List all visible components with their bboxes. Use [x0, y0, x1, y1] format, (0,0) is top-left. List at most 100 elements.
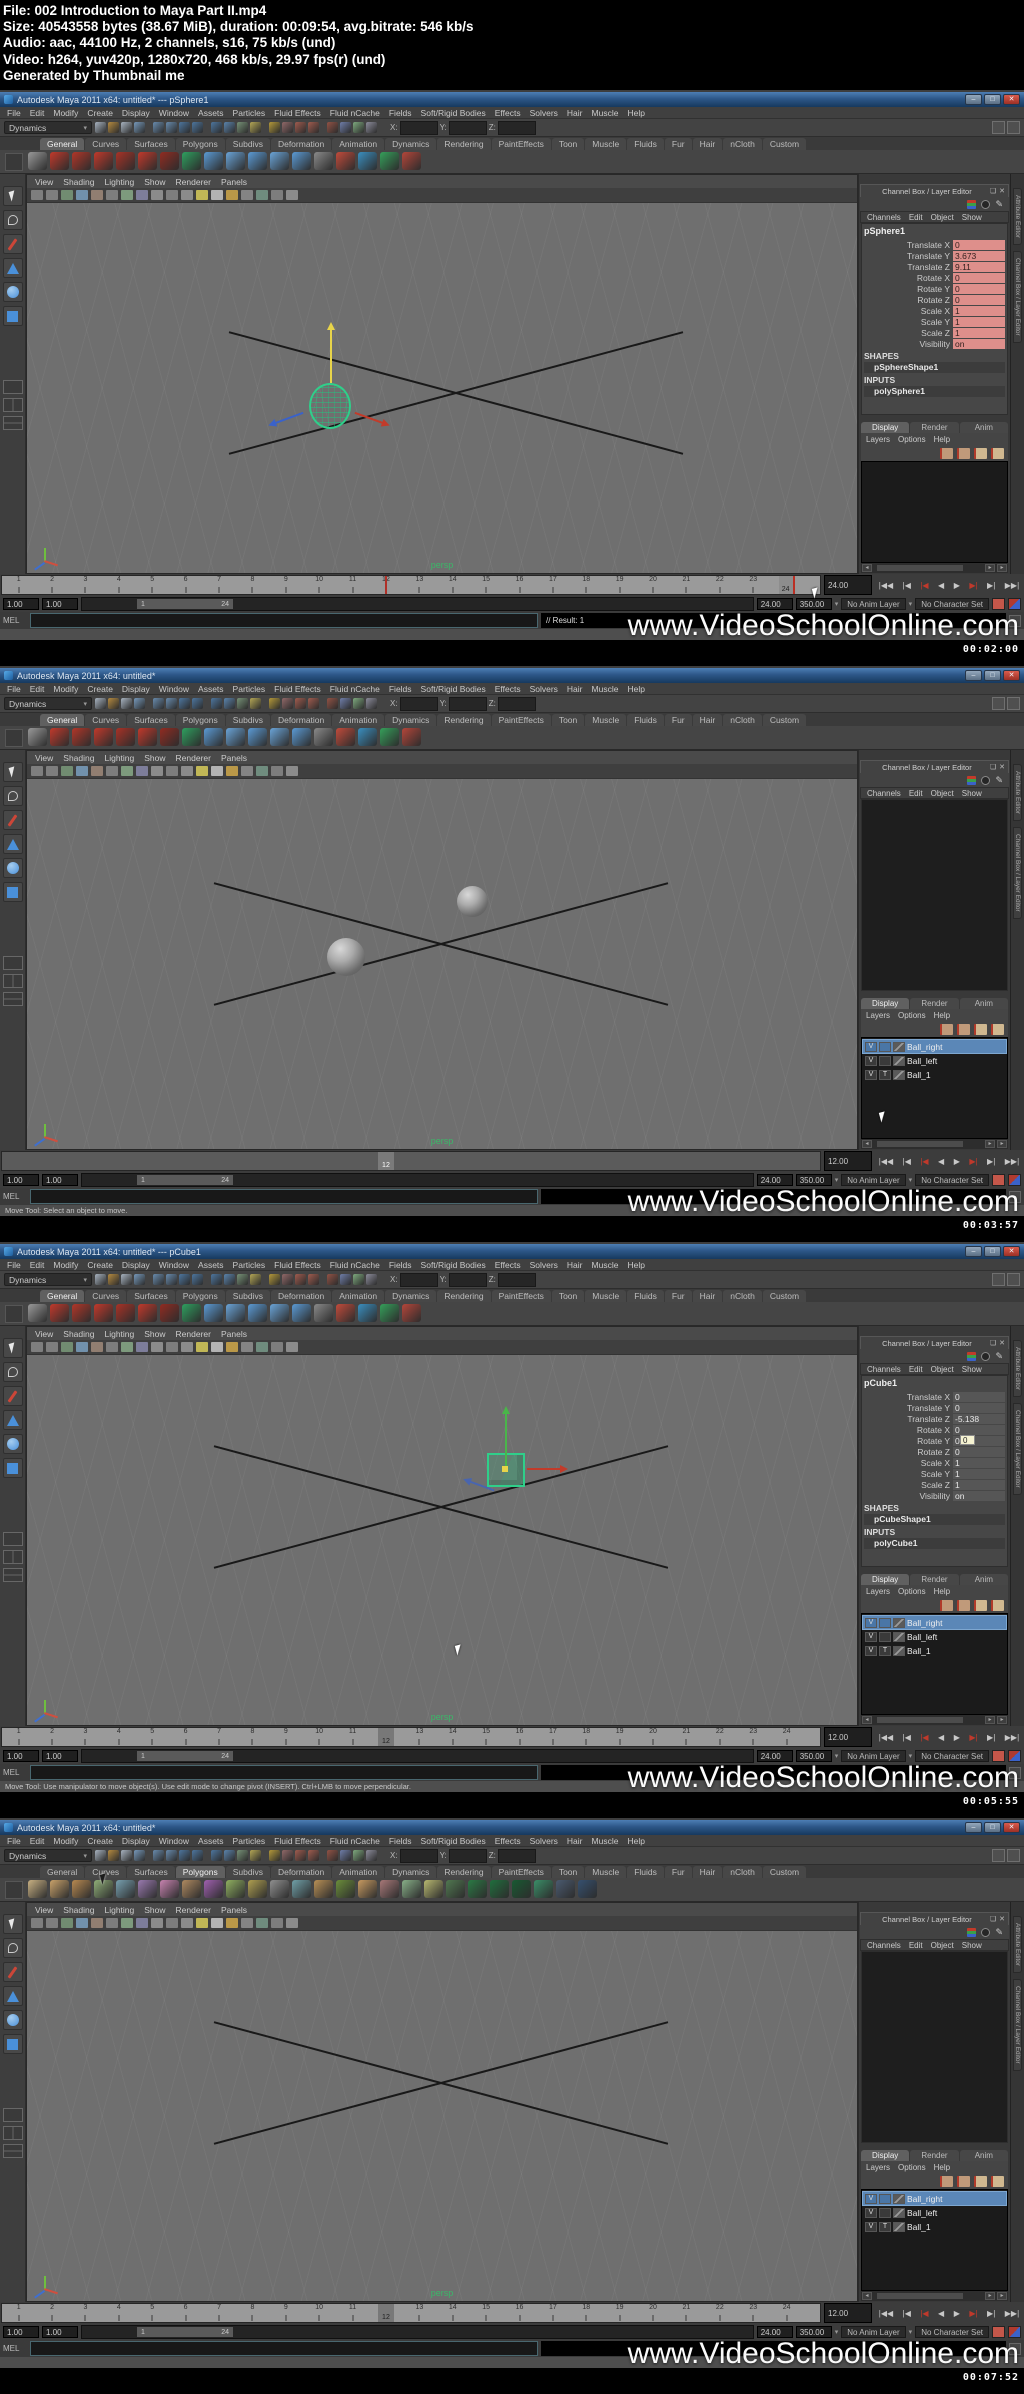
shelf-tab-surfaces[interactable]: Surfaces [127, 1866, 175, 1878]
layer-list-scrollbar[interactable]: ◂ ▸ ▸ [861, 2291, 1008, 2301]
select-object-icon[interactable] [153, 1850, 164, 1861]
current-frame-marker[interactable]: 12 [378, 1728, 394, 1746]
channel-box-menu-edit[interactable]: Edit [909, 213, 923, 222]
shelf-item-icon[interactable] [358, 152, 377, 170]
menu-modify[interactable]: Modify [53, 108, 78, 118]
highlight-icon[interactable] [282, 698, 293, 709]
panel-toolbar-icon[interactable] [196, 766, 208, 776]
pencil-icon[interactable]: ✎ [995, 776, 1003, 785]
render-icon[interactable] [353, 1274, 364, 1285]
shelf-tab-dynamics[interactable]: Dynamics [385, 714, 436, 726]
new-empty-layer-icon[interactable] [940, 1024, 953, 1035]
shelf-tab-subdivs[interactable]: Subdivs [226, 1866, 270, 1878]
select-component-icon[interactable] [166, 698, 177, 709]
panel-toolbar-icon[interactable] [286, 190, 298, 200]
panel-menu-panels[interactable]: Panels [221, 1329, 247, 1339]
maximize-button[interactable]: □ [984, 1822, 1001, 1833]
minimize-button[interactable]: – [965, 1822, 982, 1833]
panel-toolbar-icon[interactable] [76, 766, 88, 776]
new-empty-layer-icon[interactable] [940, 2176, 953, 2187]
shelf-tab-polygons[interactable]: Polygons [176, 1866, 225, 1878]
menu-fluid-ncache[interactable]: Fluid nCache [330, 1836, 380, 1846]
z-coordinate-input[interactable] [498, 1273, 536, 1287]
shelf-tab-deformation[interactable]: Deformation [271, 1290, 331, 1302]
shelf-item-icon[interactable] [28, 1880, 47, 1898]
new-layer-assign-icon[interactable] [957, 1600, 970, 1611]
menu-create[interactable]: Create [87, 108, 113, 118]
history-icon[interactable] [237, 1274, 248, 1285]
shelf-tab-rendering[interactable]: Rendering [437, 1290, 490, 1302]
menu-edit[interactable]: Edit [30, 108, 45, 118]
scroll-right-end-icon[interactable]: ▸ [997, 1716, 1007, 1724]
panel-toolbar-icon[interactable] [91, 1918, 103, 1928]
shelf-tab-deformation[interactable]: Deformation [271, 714, 331, 726]
layer-menu-layers[interactable]: Layers [866, 1011, 890, 1020]
tab-channel-box[interactable]: Channel Box / Layer Editor [1013, 827, 1022, 919]
shelf-tab-general[interactable]: General [40, 1866, 84, 1878]
panel-toolbar-icon[interactable] [241, 1918, 253, 1928]
play-backwards-button[interactable]: ◀ [938, 2309, 944, 2318]
magnet-live-icon[interactable] [295, 1274, 306, 1285]
open-scene-icon[interactable] [108, 122, 119, 133]
chevron-down-icon[interactable]: ▾ [835, 1752, 839, 1760]
scroll-right-end-icon[interactable]: ▸ [997, 2292, 1007, 2300]
layer-visibility-toggle[interactable]: V [865, 1646, 877, 1656]
menu-assets[interactable]: Assets [198, 684, 224, 694]
current-frame-marker[interactable]: 12 [378, 1152, 394, 1170]
new-scene-icon[interactable] [95, 1850, 106, 1861]
layout-shortcut-button[interactable] [3, 974, 23, 988]
layer-row[interactable]: VBall_left [863, 1630, 1006, 1643]
panel-toolbar-icon[interactable] [256, 1342, 268, 1352]
layer-visibility-toggle[interactable]: V [865, 2208, 877, 2218]
step-back-key-button[interactable]: |◀ [903, 1733, 911, 1742]
shelf-tab-toon[interactable]: Toon [552, 1290, 584, 1302]
snap-grid-icon[interactable] [179, 122, 190, 133]
undock-icon[interactable]: ❏ [990, 188, 996, 195]
shelf-tab-custom[interactable]: Custom [763, 1290, 806, 1302]
shelf-tab-dynamics[interactable]: Dynamics [385, 138, 436, 150]
paint-select-tool[interactable] [3, 810, 23, 830]
panel-toolbar-icon[interactable] [286, 1918, 298, 1928]
channel-box-menu-channels[interactable]: Channels [867, 1365, 901, 1374]
channel-value[interactable]: on [953, 339, 1005, 349]
move-manipulator-z-axis[interactable] [275, 412, 304, 424]
panel-menu-lighting[interactable]: Lighting [104, 177, 134, 187]
panel-toolbar-icon[interactable] [121, 1918, 133, 1928]
shelf-tab-painteffects[interactable]: PaintEffects [492, 1290, 551, 1302]
panel-menu-view[interactable]: View [35, 753, 53, 763]
select-tool[interactable] [3, 186, 23, 206]
menu-assets[interactable]: Assets [198, 108, 224, 118]
shelf-item-icon[interactable] [358, 1304, 377, 1322]
channel-box-menu-object[interactable]: Object [931, 1941, 954, 1950]
mel-input[interactable] [30, 2341, 538, 2356]
select-component-icon[interactable] [166, 1274, 177, 1285]
shelf-item-icon[interactable] [226, 1304, 245, 1322]
menu-help[interactable]: Help [627, 684, 644, 694]
play-forwards-button[interactable]: ▶ [954, 1157, 960, 1166]
current-time-field[interactable]: 12.00 [824, 1727, 872, 1747]
channel-value[interactable]: 1 [953, 1458, 1005, 1468]
panel-toolbar-icon[interactable] [121, 766, 133, 776]
layer-visibility-toggle[interactable]: V [865, 1070, 877, 1080]
show-channel-box-button[interactable] [1007, 121, 1020, 134]
menu-solvers[interactable]: Solvers [530, 684, 558, 694]
select-object-icon[interactable] [153, 122, 164, 133]
menu-fluid-effects[interactable]: Fluid Effects [274, 684, 321, 694]
animation-start-field[interactable]: 1.00 [3, 2326, 39, 2338]
shelf-item-icon[interactable] [72, 1880, 91, 1898]
panel-toolbar-icon[interactable] [61, 190, 73, 200]
shelf-item-icon[interactable] [270, 1304, 289, 1322]
new-scene-icon[interactable] [95, 698, 106, 709]
menu-set-dropdown[interactable]: Dynamics ▾ [4, 697, 92, 710]
tab-channel-box[interactable]: Channel Box / Layer Editor [1013, 1979, 1022, 2071]
step-forward-key-button[interactable]: ▶| [987, 2309, 995, 2318]
shelf-tab-surfaces[interactable]: Surfaces [127, 714, 175, 726]
maximize-button[interactable]: □ [984, 94, 1001, 105]
panel-toolbar-icon[interactable] [46, 190, 58, 200]
speed-toggle-icon[interactable] [981, 1352, 990, 1361]
channel-box-menu-object[interactable]: Object [931, 789, 954, 798]
viewport-canvas[interactable]: persp [27, 1355, 857, 1725]
menu-display[interactable]: Display [122, 1836, 150, 1846]
layer-visibility-toggle[interactable]: V [865, 1632, 877, 1642]
play-backwards-button[interactable]: ◀ [938, 1733, 944, 1742]
